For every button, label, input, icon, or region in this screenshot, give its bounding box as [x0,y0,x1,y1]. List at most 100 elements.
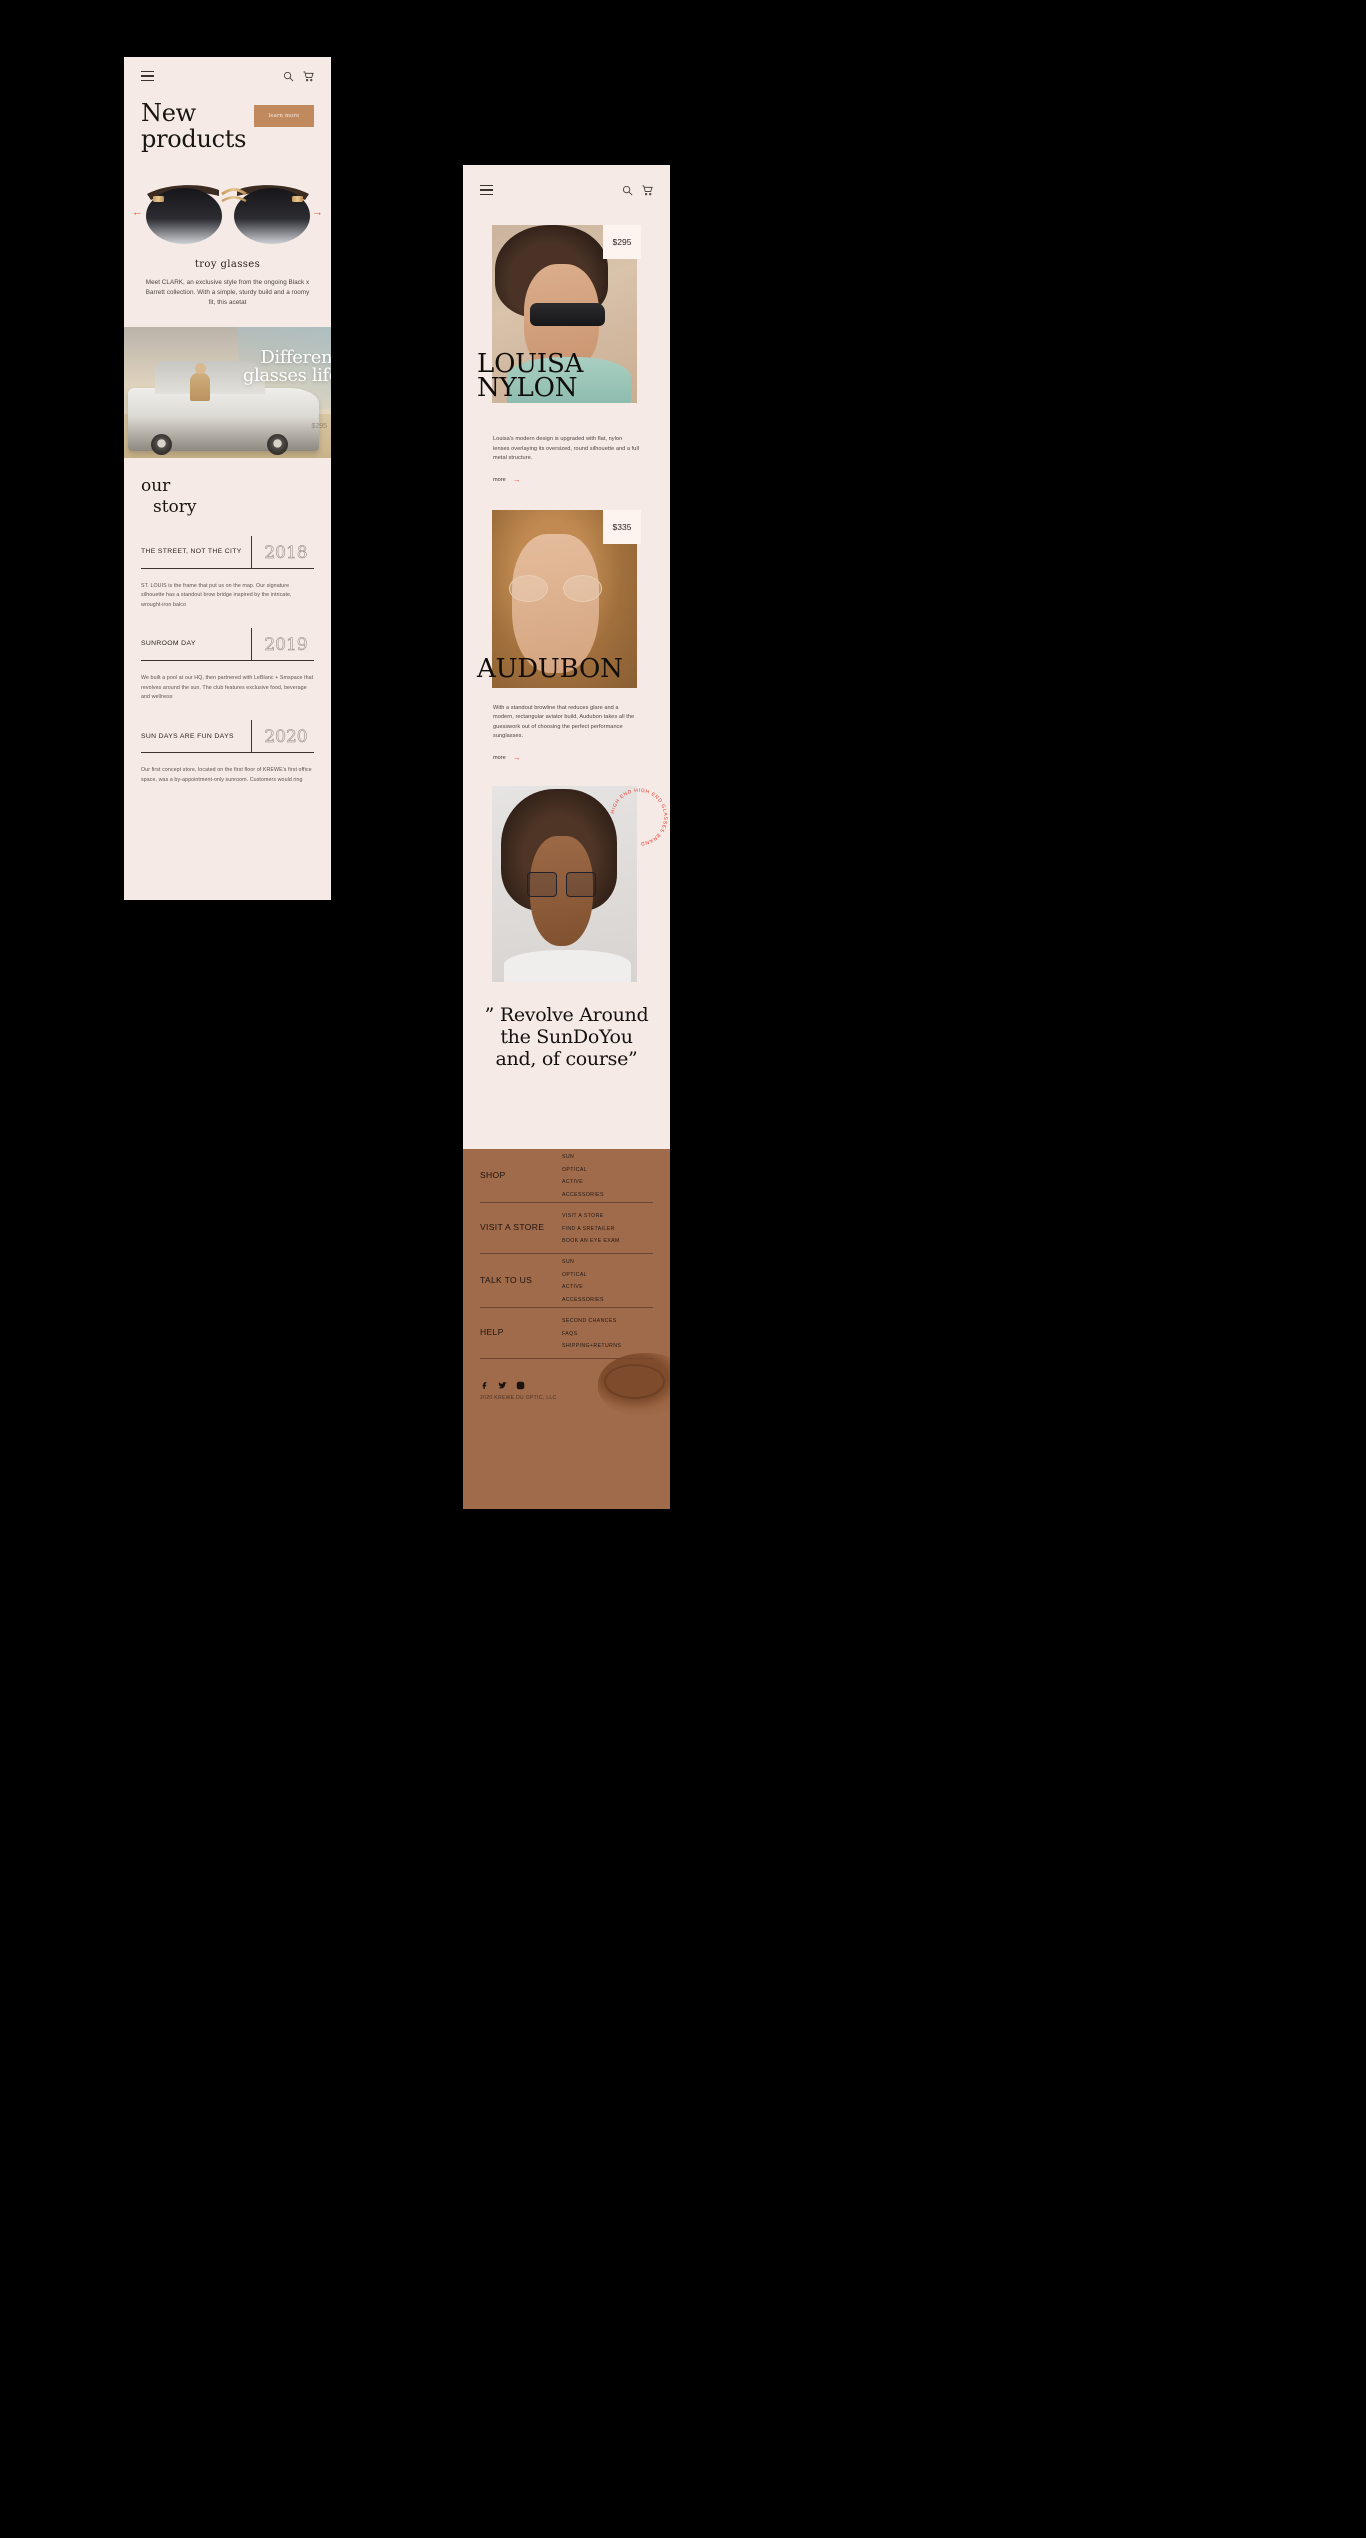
banner-person [190,362,211,401]
site-footer: SHOP SUN OPTICAL ACTIVE ACCESSORIES VISI… [463,1149,670,1509]
product-image-troy-glasses [139,174,317,252]
hamburger-icon[interactable] [480,185,493,195]
card-media: HIGH END HIGH END GLASSES BRAND [463,785,670,982]
story-title: our story [141,476,314,517]
product-card-louisa-nylon[interactable]: $295 LOUISA NYLON Louisa's modern design… [463,225,670,484]
banner-headline-line2: glasses [242,365,307,387]
banner-price-watermark: $295 [311,423,327,431]
timeline-row[interactable]: THE STREET, NOT THE CITY 2018 ST. LOUIS … [141,535,314,610]
banner-headline-line3: life [311,365,331,387]
learn-more-button[interactable]: learn more [254,105,314,127]
footer-link[interactable]: ACTIVE [562,1176,653,1189]
timeline-divider [251,720,252,753]
hamburger-icon[interactable] [141,71,154,81]
card-description: With a standout browline that reduces gl… [493,704,635,740]
banner-headline: Different glasses life [243,349,331,385]
footer-links: SUN OPTICAL ACTIVE ACCESSORIES [562,1254,653,1307]
timeline-year: 2018 [264,542,308,564]
photo-eyeglasses [509,575,603,603]
footer-link[interactable]: FAQS [562,1328,653,1341]
story-title-line1: our [141,476,171,497]
timeline-body: We built a pool at our HQ, then partnere… [141,675,314,700]
arrow-right-icon: → [512,474,521,484]
footer-link[interactable]: ACCESSORIES [562,1189,653,1202]
product-name: troy glasses [194,258,261,270]
car-wheel-rear [267,433,289,455]
timeline-divider [251,535,252,568]
card-title: LOUISA NYLON [477,351,583,403]
timeline-year: 2019 [264,635,308,656]
timeline-body: Our first concept store, located on the … [141,767,312,783]
footer-heading: VISIT A STORE [480,1222,545,1233]
timeline-body: ST. LOUIS is the frame that put us on th… [141,582,292,608]
price-badge: $295 [603,225,641,259]
footer-link[interactable]: SECOND CHANCES [562,1315,653,1328]
card-title: AUDUBON [477,653,623,684]
search-icon[interactable] [283,71,294,82]
our-story-section: our story THE STREET, NOT THE CITY 2018 … [124,458,331,785]
footer-link[interactable]: SHIPPING+RETURNS [562,1340,653,1353]
car-wheel-front [150,433,172,455]
cart-icon[interactable] [303,71,314,82]
story-title-line2: story [153,497,197,518]
facebook-icon[interactable] [480,1377,489,1389]
panel1-header-icons [283,71,314,82]
footer-link[interactable]: BOOK AN EYE EXAM [562,1235,653,1248]
carousel-next-button[interactable]: → [312,207,323,218]
product-card-audubon[interactable]: $335 AUDUBON With a standout browline th… [463,509,670,762]
panel2-header [463,165,670,215]
footer-column-talk: TALK TO US SUN OPTICAL ACTIVE ACCESSORIE… [463,1254,670,1307]
timeline-row[interactable]: SUNROOM DAY 2019 We built a pool at our … [141,628,314,702]
photo-eyeglasses [526,871,597,898]
product-card-featured[interactable]: HIGH END HIGH END GLASSES BRAND [463,785,670,982]
banner-headline-line23: glasses life [243,367,331,385]
footer-bottom: 2020 KREWE DU OPTIC, LLC [463,1352,670,1415]
card-description: Louisa's modern design is upgraded with … [493,436,640,461]
banner-car-image [128,361,319,455]
footer-link[interactable]: VISIT A STORE [562,1210,653,1223]
footer-link[interactable]: FIND A SRETAILER [562,1223,653,1236]
cart-icon[interactable] [642,185,653,196]
footer-link[interactable]: OPTICAL [562,1164,653,1177]
product-description: Meet CLARK, an exclusive style from the … [145,278,310,307]
panel-home: New products learn more ← → troy glasses… [124,57,331,900]
instagram-icon[interactable] [516,1377,525,1390]
timeline-label: THE STREET, NOT THE CITY [141,548,242,556]
footer-link[interactable]: SUN [562,1256,653,1269]
hero-section: New products learn more [124,95,331,153]
timeline-rule [141,660,314,662]
brand-quote: ” Revolve Around the SunDoYou and, of co… [463,982,670,1071]
more-link-louisa[interactable]: more → [463,474,670,484]
more-link-audubon[interactable]: more → [463,753,670,762]
twitter-icon[interactable] [498,1377,507,1389]
footer-link[interactable]: ACTIVE [562,1281,653,1294]
footer-heading: TALK TO US [480,1274,533,1285]
timeline-label: SUNROOM DAY [141,640,196,648]
footer-links: VISIT A STORE FIND A SRETAILER BOOK AN E… [562,1208,653,1248]
card-media: $335 AUDUBON [463,509,670,688]
footer-heading: HELP [480,1326,504,1337]
timeline-rule [141,752,314,754]
quote-line1: ” Revolve Around [484,1003,649,1026]
page-title-line2: products [141,124,247,153]
timeline-divider [251,628,252,661]
lifestyle-banner: Different glasses life $295 [124,327,331,459]
search-icon[interactable] [622,185,633,196]
photo-shirt [503,950,632,982]
more-label: more [493,476,506,483]
footer-link[interactable]: OPTICAL [562,1269,653,1282]
photo-face [512,534,600,674]
timeline-label: SUN DAYS ARE FUN DAYS [141,732,234,740]
footer-links: SECOND CHANCES FAQS SHIPPING+RETURNS [562,1313,653,1353]
screenshot-stage: New products learn more ← → troy glasses… [0,0,1366,2538]
timeline-row[interactable]: SUN DAYS ARE FUN DAYS 2020 Our first con… [141,720,314,785]
more-label: more [493,754,506,761]
timeline-rule [141,567,314,569]
card-title-line1: AUDUBON [477,653,623,684]
footer-column-shop: SHOP SUN OPTICAL ACTIVE ACCESSORIES [463,1149,670,1202]
card-title-line2: NYLON [477,372,578,403]
footer-link[interactable]: ACCESSORIES [562,1294,653,1307]
model-photo-featured [492,785,637,982]
footer-link[interactable]: SUN [562,1151,653,1164]
timeline-year: 2020 [264,727,308,748]
